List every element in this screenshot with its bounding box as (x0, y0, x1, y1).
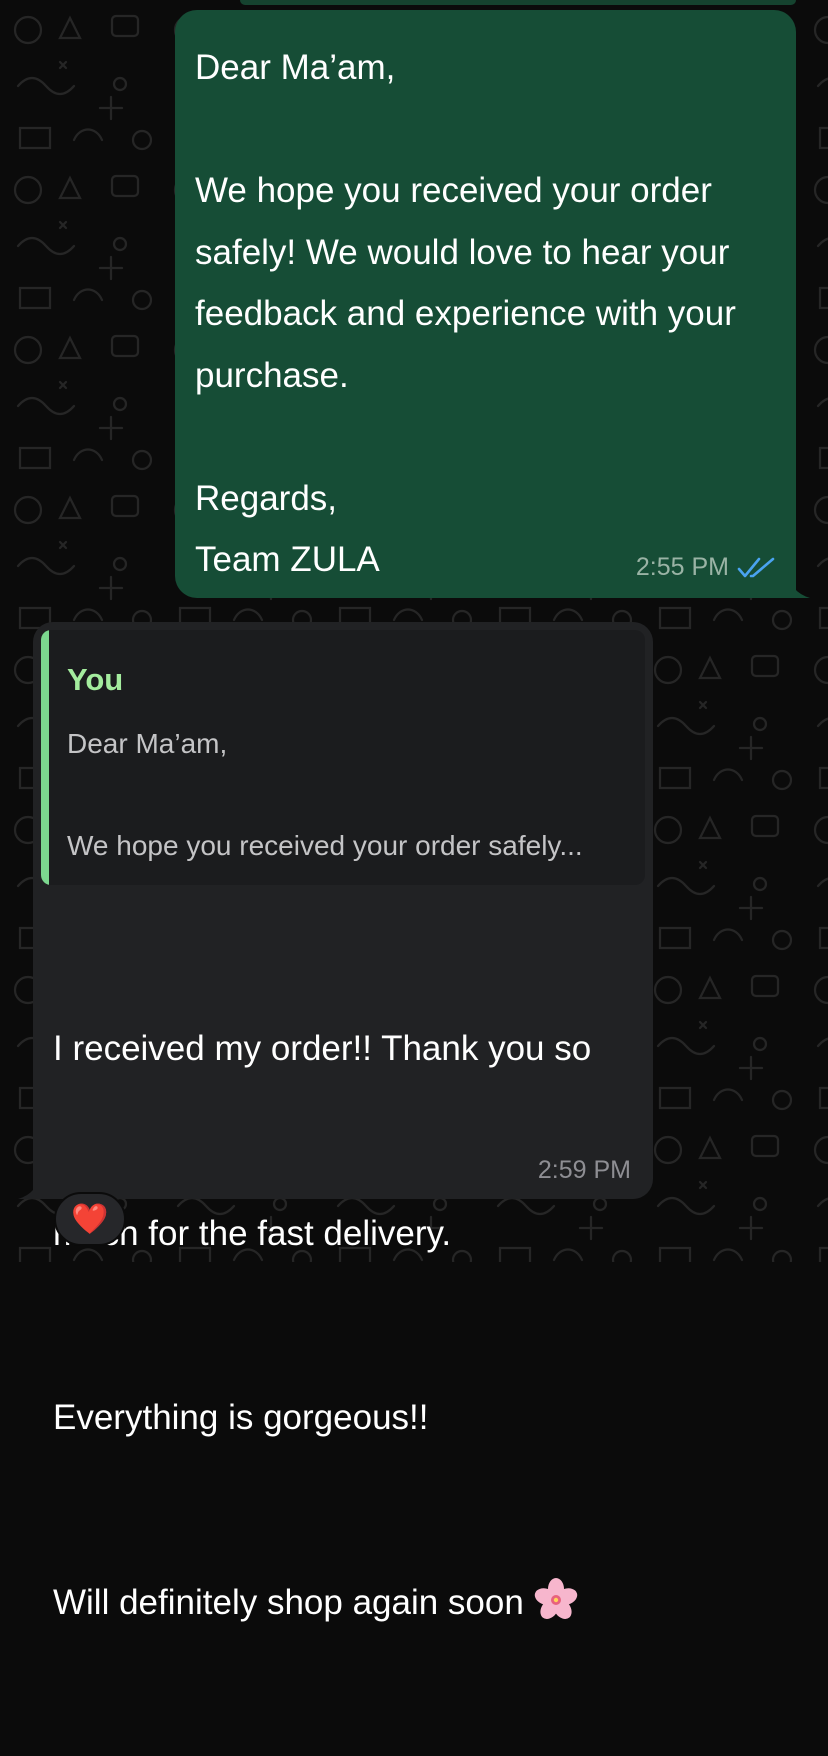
quote-text-line: Dear Ma’am, (67, 728, 228, 759)
heart-reaction[interactable]: ❤️ (54, 1192, 126, 1246)
outgoing-message-text: Dear Ma’am, We hope you received your or… (195, 48, 736, 579)
message-line-with-emoji: Will definitely shop again soon (53, 1572, 591, 1634)
message-line: Everything is gorgeous!! (53, 1398, 429, 1437)
incoming-message-bubble[interactable]: You Dear Ma’am, We hope you received you… (33, 622, 653, 1622)
message-line: Will definitely shop again soon (53, 1582, 524, 1622)
incoming-message-text: I received my order!! Thank you so much … (53, 895, 591, 1756)
quote-accent-bar (41, 630, 49, 885)
heart-icon: ❤️ (71, 1202, 109, 1236)
outgoing-bubble-tail (780, 572, 810, 598)
quote-author: You (67, 662, 124, 697)
message-line: much for the fast delivery. (53, 1213, 452, 1253)
previous-message-edge (240, 0, 796, 5)
quote-text-line: We hope you received your order safely..… (67, 830, 583, 861)
cherry-blossom-icon (534, 1577, 577, 1619)
outgoing-message-meta: 2:55 PM (636, 553, 775, 582)
double-check-read-icon (737, 557, 775, 577)
quoted-message[interactable]: You Dear Ma’am, We hope you received you… (41, 630, 645, 885)
incoming-message-time: 2:59 PM (537, 1156, 631, 1184)
outgoing-message-time: 2:55 PM (635, 553, 729, 581)
message-line: I received my order!! Thank you so (53, 1029, 592, 1068)
outgoing-message-bubble[interactable]: Dear Ma’am, We hope you received your or… (175, 10, 796, 598)
incoming-bubble-tail (18, 1173, 48, 1199)
